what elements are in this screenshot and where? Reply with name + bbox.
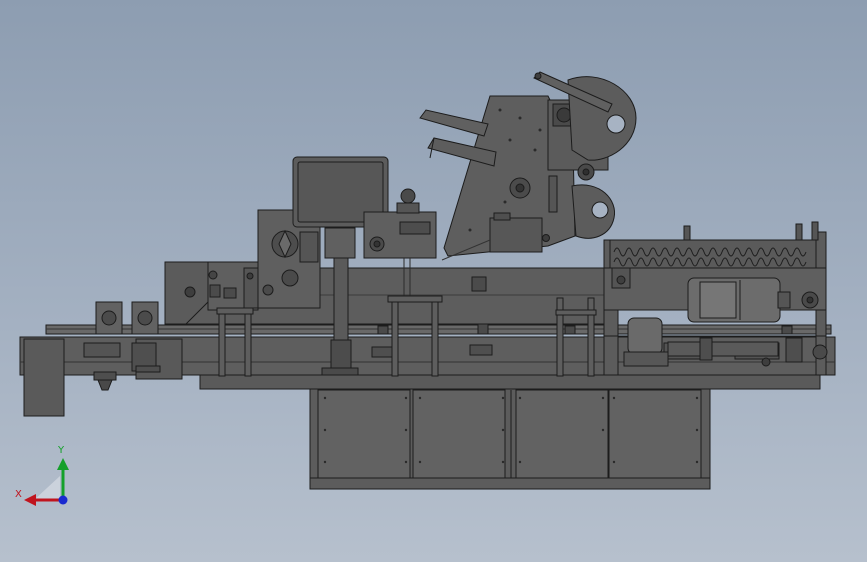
axis-triad: Y X: [15, 445, 69, 506]
platform-beam: [199, 374, 821, 390]
y-axis-label: Y: [57, 445, 65, 456]
cad-viewport[interactable]: Y X: [0, 0, 867, 562]
supply-roll-lower: [571, 184, 616, 239]
heater-coil: [609, 221, 819, 269]
x-axis-label: X: [15, 489, 22, 500]
y-axis-arrow: [57, 458, 69, 470]
x-axis-arrow: [24, 494, 36, 506]
z-axis-dot: [58, 495, 68, 505]
base-cabinet: [309, 387, 711, 490]
